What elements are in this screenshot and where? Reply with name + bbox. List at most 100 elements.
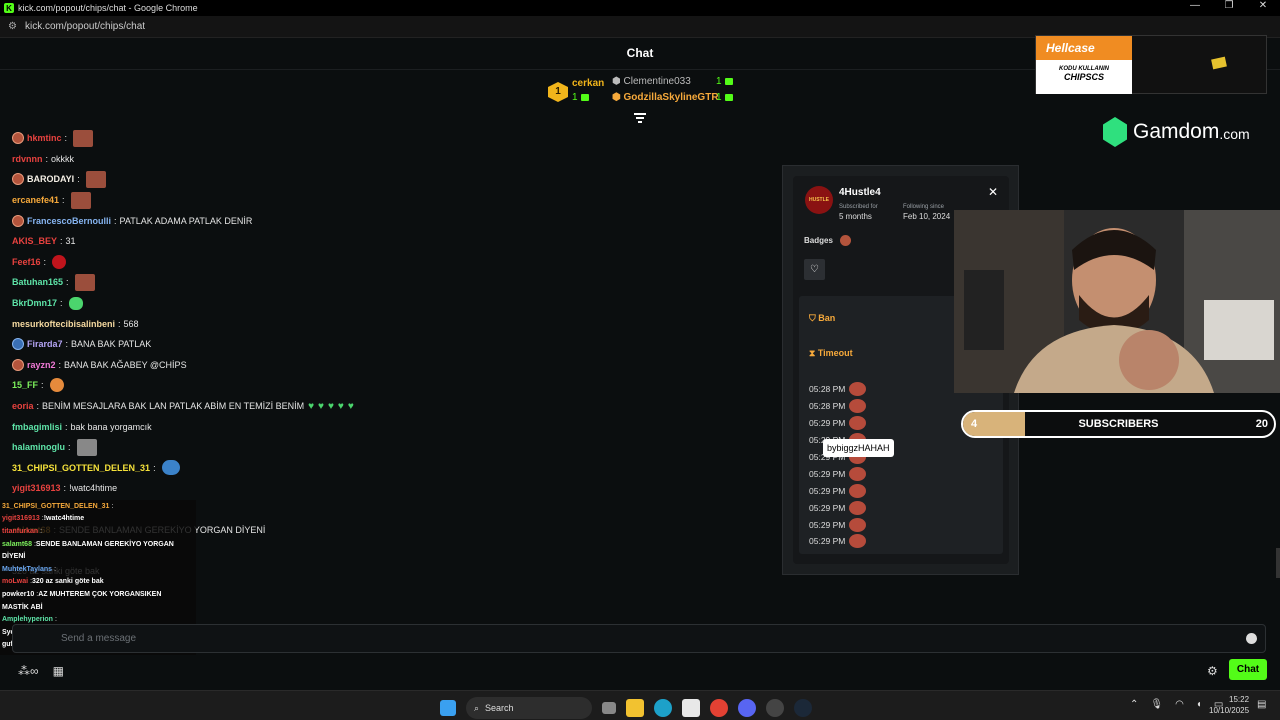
chat-message: AKIS_BEY:31 <box>12 231 772 252</box>
chevron-up-icon[interactable]: ⌃ <box>1130 699 1138 710</box>
gamdom-name: Gamdom <box>1133 120 1220 143</box>
notification-icon[interactable]: ▤ <box>1257 699 1266 710</box>
separator: : <box>58 359 62 370</box>
overlay-username: titanfurkan <box>2 527 39 535</box>
separator: : <box>36 401 40 412</box>
emote-icon[interactable] <box>85 170 106 188</box>
discord-icon[interactable] <box>738 699 756 717</box>
steam-icon[interactable] <box>794 699 812 717</box>
emote-icon[interactable] <box>70 191 91 209</box>
windows-start-icon[interactable] <box>440 700 456 716</box>
clock-time: 15:22 <box>1229 695 1250 704</box>
chat-username[interactable]: Feef16 <box>12 257 41 267</box>
filter-icon[interactable] <box>633 111 647 123</box>
emote-icon[interactable] <box>76 438 97 456</box>
chat-username[interactable]: 31_CHIPSI_GOTTEN_DELEN_31 <box>12 463 150 473</box>
separator: : <box>66 277 69 288</box>
store-app-icon[interactable] <box>682 699 700 717</box>
heart-emote-icon: ♥ <box>347 400 354 412</box>
chat-message-text: !watc4htime <box>69 483 118 494</box>
taskbar-clock[interactable]: 15:22 10/10/2025 <box>1209 694 1249 716</box>
subscriber-badge-icon <box>12 338 24 351</box>
send-chat-button[interactable]: Chat <box>1229 659 1267 680</box>
wifi-icon[interactable]: ◠ <box>1175 699 1184 710</box>
separator: : <box>114 215 117 226</box>
emote-icon[interactable] <box>849 483 867 498</box>
chat-username[interactable]: mesurkoftecibisalinbeni <box>12 319 115 329</box>
emote-icon[interactable] <box>74 273 95 291</box>
badges-label: Badges <box>804 236 833 245</box>
emote-icon[interactable] <box>849 500 867 515</box>
emote-icon[interactable] <box>68 296 83 310</box>
settings-gear-icon[interactable]: ⚙ <box>1207 664 1218 678</box>
close-card-button[interactable]: ✕ <box>988 185 998 199</box>
follow-heart-button[interactable]: ♡ <box>804 259 825 280</box>
task-view-icon[interactable] <box>602 702 616 714</box>
emote-icon[interactable] <box>849 399 867 414</box>
chat-username[interactable]: fmbagimlisi <box>12 422 62 432</box>
chat-username[interactable]: Batuhan165 <box>12 277 63 287</box>
chat-username[interactable]: rayzn2 <box>27 360 56 370</box>
chat-username[interactable]: hkmtinc <box>27 133 62 143</box>
emote-icon[interactable] <box>849 534 867 549</box>
history-time: 05:28 PM <box>809 401 846 412</box>
gift-leaderboard: 1 cerkan 1 ⬢ Clementine033 1 ⬢ GodzillaS… <box>546 76 746 110</box>
following-value: Feb 10, 2024 <box>903 212 951 221</box>
chat-username[interactable]: halaminoglu <box>12 442 65 452</box>
emote-icon[interactable] <box>849 382 867 397</box>
restore-button[interactable]: ❐ <box>1212 0 1246 11</box>
chat-input-placeholder: Send a message <box>61 633 137 644</box>
history-row: 05:29 PM <box>809 499 867 516</box>
emote-tooltip: bybiggzHAHAH <box>823 439 894 457</box>
volume-icon[interactable]: ◖ <box>1196 699 1202 710</box>
minimize-button[interactable]: — <box>1178 0 1212 11</box>
emote-icon[interactable] <box>161 460 180 476</box>
leader-2-name[interactable]: ⬢ Clementine033 <box>612 76 691 87</box>
subscriber-badge-icon <box>12 214 24 227</box>
chat-username[interactable]: Firarda7 <box>27 339 63 349</box>
timeout-button[interactable]: ⧗ Timeout <box>809 348 853 359</box>
store-icon[interactable]: ▦ <box>53 664 64 678</box>
emote-icon[interactable] <box>52 254 67 269</box>
chat-username[interactable]: FrancescoBernoulli <box>27 216 111 226</box>
emoji-icon[interactable] <box>1246 633 1257 644</box>
overlay-text: SENDE BANLAMAN GEREKİYO YORGAN <box>35 540 174 548</box>
leader-1-name[interactable]: cerkan <box>572 78 604 89</box>
close-window-button[interactable]: ✕ <box>1246 0 1280 11</box>
chat-username[interactable]: rdvnnn <box>12 154 43 164</box>
file-explorer-icon[interactable] <box>626 699 644 717</box>
microphone-icon[interactable]: 🎙 <box>1150 699 1163 710</box>
kick-points-icon[interactable]: ⁂∞ <box>18 664 39 678</box>
message-history: 05:28 PM 05:28 PM 05:29 PM 05:29 PM 05:29 PM… <box>809 381 867 550</box>
chat-username[interactable]: 15_FF <box>12 380 38 390</box>
edge-icon[interactable] <box>654 699 672 717</box>
hellcase-banner: Hellcase KODU KULLANIN CHIPSCS <box>1035 35 1267 94</box>
ban-button[interactable]: ⛉ Ban <box>809 313 835 324</box>
taskbar-search[interactable]: ⌕ Search <box>466 697 592 719</box>
emote-icon[interactable] <box>49 378 64 393</box>
chat-username[interactable]: eoria <box>12 401 34 411</box>
scrollbar-thumb[interactable] <box>1276 548 1280 578</box>
user-card-username[interactable]: 4Hustle4 <box>839 187 881 198</box>
emote-icon[interactable] <box>849 416 867 431</box>
chat-username[interactable]: yigit316913 <box>12 483 61 493</box>
chat-message: 31_CHIPSI_GOTTEN_DELEN_31: <box>12 458 772 479</box>
chrome-icon[interactable] <box>710 699 728 717</box>
chat-username[interactable]: ercanefe41 <box>12 195 59 205</box>
chat-message: FrancescoBernoulli: PATLAK ADAMA PATLAK D… <box>12 210 772 231</box>
chat-message-text: BENİM MESAJLARA BAK LAN PATLAK ABİM EN T… <box>42 401 305 412</box>
app-icon[interactable] <box>766 699 784 717</box>
site-settings-icon[interactable]: ⚙ <box>8 21 17 32</box>
chat-message-text: BANA BAK PATLAK <box>71 339 152 350</box>
chat-username[interactable]: BARODAYI <box>27 174 74 184</box>
separator: : <box>153 462 156 473</box>
chat-username[interactable]: BkrDmn17 <box>12 298 57 308</box>
chat-input[interactable]: Send a message <box>12 624 1266 653</box>
emote-icon[interactable] <box>73 129 94 147</box>
emote-icon[interactable] <box>849 466 867 481</box>
chat-message-text: 31 <box>65 236 76 247</box>
emote-icon[interactable] <box>849 517 867 532</box>
leader-3-name[interactable]: ⬢ GodzillaSkylineGTR <box>612 92 719 103</box>
heart-emote-icon: ♥ <box>337 400 344 412</box>
chat-username[interactable]: AKIS_BEY <box>12 236 57 246</box>
